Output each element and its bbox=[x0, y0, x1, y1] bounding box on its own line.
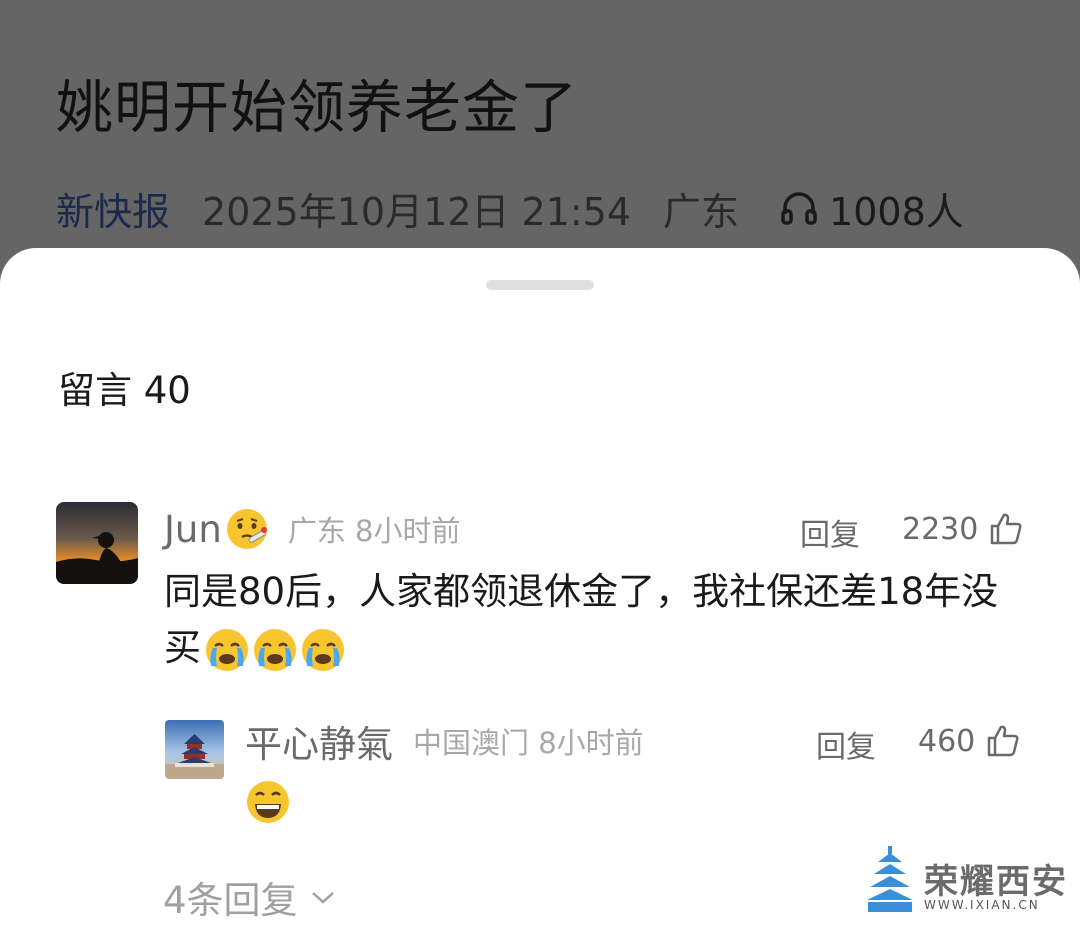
thumbs-up-icon bbox=[991, 513, 1022, 545]
comment-author[interactable]: Jun bbox=[164, 508, 222, 551]
reply-button[interactable]: 回复 bbox=[800, 510, 860, 554]
comments-sheet: 留言 40 Jun 广东 8小时前 回复 2230 同是80后，人家都领退休金了… bbox=[0, 248, 1080, 952]
temple-photo-avatar bbox=[165, 720, 224, 779]
headphones-icon bbox=[781, 192, 817, 225]
reply-reply-button[interactable]: 回复 bbox=[816, 722, 876, 766]
chevron-down-icon bbox=[311, 892, 334, 904]
article-source[interactable]: 新快报 bbox=[56, 181, 170, 236]
sheet-drag-handle[interactable] bbox=[486, 280, 594, 290]
comment-header: Jun 广东 8小时前 bbox=[164, 506, 460, 552]
sunset-silhouette-avatar bbox=[56, 502, 138, 584]
avatar[interactable] bbox=[56, 502, 138, 584]
reply-body bbox=[244, 778, 292, 826]
reply-location-time: 中国澳门 8小时前 bbox=[413, 726, 644, 760]
grinning-face-icon bbox=[247, 781, 289, 823]
comments-header: 留言 40 bbox=[58, 369, 191, 412]
like-count: 2230 bbox=[902, 511, 979, 547]
thumbs-up-icon bbox=[988, 725, 1019, 757]
reply-avatar[interactable] bbox=[165, 720, 224, 779]
loudly-crying-face-icon bbox=[302, 628, 344, 671]
comment-location-time: 广东 8小时前 bbox=[287, 514, 461, 548]
face-with-thermometer-icon bbox=[226, 509, 267, 549]
reply-header: 平心静氣 中国澳门 8小时前 bbox=[245, 718, 644, 766]
pagoda-logo-icon bbox=[867, 846, 913, 912]
loudly-crying-face-icon bbox=[254, 628, 296, 671]
reply-like-count: 460 bbox=[918, 723, 976, 759]
comment-body: 同是80后，人家都领退休金了，我社保还差18年没买 bbox=[164, 564, 1034, 676]
article-time: 2025年10月12日 21:54 bbox=[202, 189, 632, 234]
reply-author[interactable]: 平心静氣 bbox=[245, 714, 393, 768]
listen-count[interactable]: 1008人 bbox=[779, 181, 964, 236]
site-watermark: 荣耀西安 WWW.IXIAN.CN bbox=[860, 844, 1066, 924]
listen-count-label: 1008人 bbox=[829, 189, 964, 234]
reply-like-button[interactable]: 460 bbox=[918, 718, 1021, 764]
loudly-crying-face-icon bbox=[206, 628, 248, 671]
article-title: 姚明开始领养老金了 bbox=[56, 75, 578, 141]
article-meta: 新快报 2025年10月12日 21:54 广东 1008人 bbox=[56, 180, 964, 236]
watermark-url: WWW.IXIAN.CN bbox=[924, 898, 1040, 912]
article-region: 广东 bbox=[663, 189, 740, 234]
more-replies-label: 4条回复 bbox=[163, 879, 298, 922]
like-button[interactable]: 2230 bbox=[902, 506, 1024, 552]
watermark-text: 荣耀西安 bbox=[924, 862, 1068, 902]
more-replies-toggle[interactable]: 4条回复 bbox=[163, 870, 336, 924]
